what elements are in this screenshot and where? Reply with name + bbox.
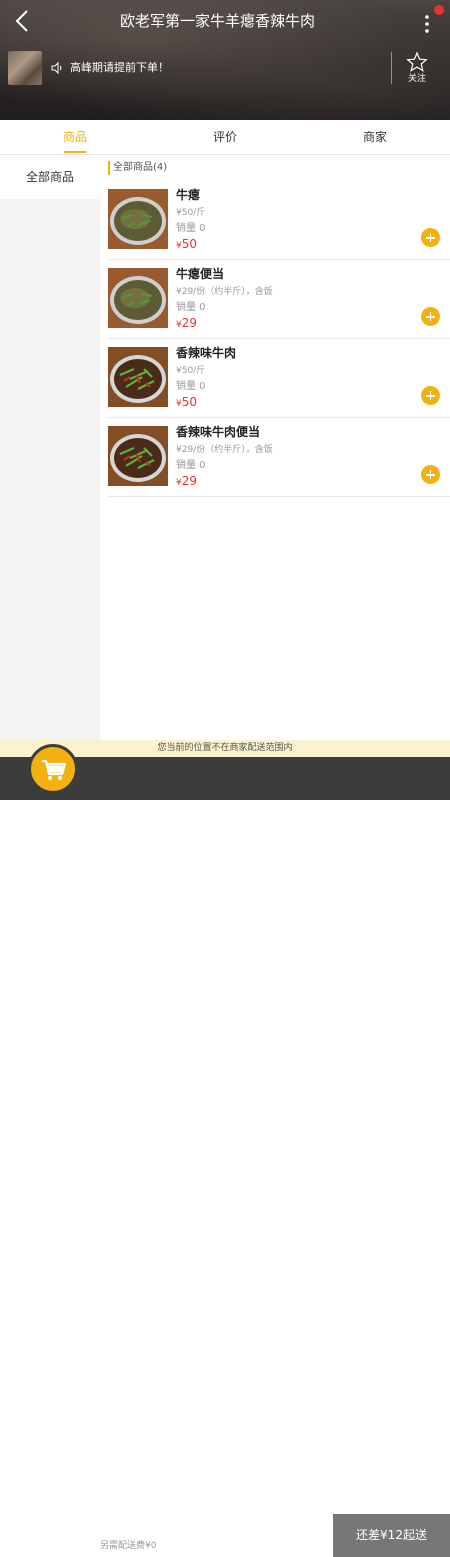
product-sales: 销量 0 [176,302,206,313]
sidebar-item-all-products[interactable]: 全部商品 [0,155,100,199]
product-sales: 销量 0 [176,223,206,234]
tab-reviews[interactable]: 评价 [150,120,300,154]
list-item[interactable]: 牛瘪便当 ¥29/份（约半斤），含饭 销量 0 ¥29 [108,260,450,339]
product-unit-price: ¥50/斤 [176,208,206,218]
delivery-fee: 另需配送费¥0 [100,1541,157,1551]
list-item[interactable]: 香辣味牛肉便当 ¥29/份（约半斤），含饭 销量 0 ¥29 [108,418,450,497]
product-unit-price: ¥29/份（约半斤），含饭 [176,445,273,455]
product-name: 牛瘪便当 [176,267,225,281]
shop-header: 欧老军第一家牛羊瘪香辣牛肉 高峰期请提前下单！ 关注 [0,0,450,120]
product-price: ¥50 [176,237,198,251]
tab-products[interactable]: 商品 [0,120,150,154]
back-arrow-icon[interactable] [12,8,36,34]
product-name: 香辣味牛肉便当 [176,425,261,439]
star-icon[interactable] [406,51,428,73]
product-image[interactable] [108,268,168,328]
cart-button[interactable] [28,744,78,794]
notification-dot [434,5,444,15]
more-vertical-icon[interactable] [420,10,434,36]
tab-bar: 商品 评价 商家 [0,120,450,155]
divider [391,52,392,84]
category-sidebar: 全部商品 [0,155,100,740]
speaker-icon [51,61,62,75]
add-to-cart-button[interactable] [421,307,440,326]
add-to-cart-button[interactable] [421,228,440,247]
product-price: ¥29 [176,316,198,330]
list-item[interactable]: 牛瘪 ¥50/斤 销量 0 ¥50 [108,181,450,260]
add-to-cart-button[interactable] [421,465,440,484]
product-unit-price: ¥29/份（约半斤），含饭 [176,287,273,297]
add-to-cart-button[interactable] [421,386,440,405]
checkout-button[interactable]: 还差¥12起送 [333,1514,450,1557]
product-image[interactable] [108,426,168,486]
cart-total: ¥0 [100,1521,117,1536]
page-title: 欧老军第一家牛羊瘪香辣牛肉 [119,12,315,30]
shop-thumbnail[interactable] [8,51,42,85]
product-unit-price: ¥50/斤 [176,366,206,376]
tab-merchant[interactable]: 商家 [300,120,450,154]
product-price: ¥29 [176,474,198,488]
section-title: 全部商品(4) [108,161,167,175]
shop-notice: 高峰期请提前下单！ [70,61,169,74]
product-sales: 销量 0 [176,460,206,471]
product-image[interactable] [108,347,168,407]
follow-button[interactable]: 关注 [400,72,434,86]
active-tab-indicator [64,151,86,153]
product-price: ¥50 [176,395,198,409]
product-sales: 销量 0 [176,381,206,392]
cart-icon [42,759,67,780]
product-name: 牛瘪 [176,188,201,202]
list-item[interactable]: 香辣味牛肉 ¥50/斤 销量 0 ¥50 [108,339,450,418]
product-name: 香辣味牛肉 [176,346,237,360]
product-image[interactable] [108,189,168,249]
